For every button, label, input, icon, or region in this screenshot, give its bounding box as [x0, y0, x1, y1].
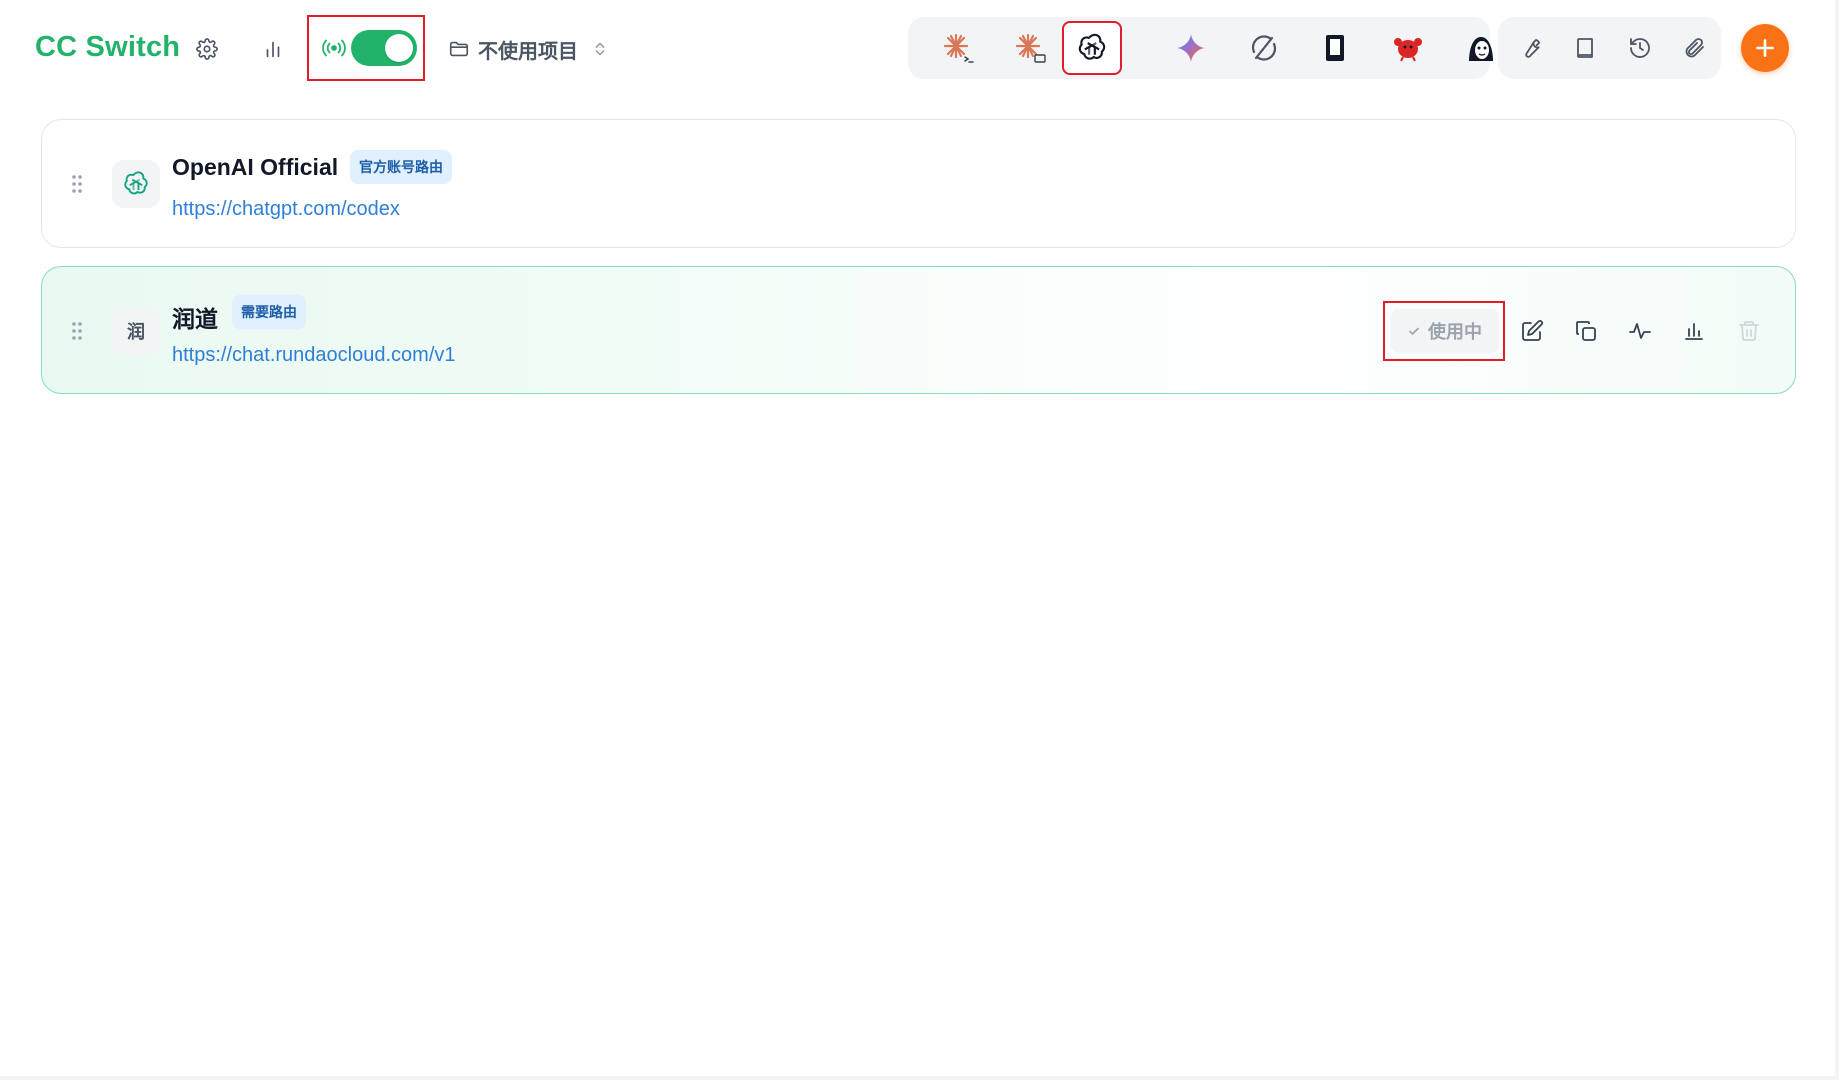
cycle-icon — [1251, 35, 1277, 61]
provider-initial: 润 — [127, 322, 145, 342]
openai-icon — [124, 171, 148, 195]
provider-icon: 润 — [112, 307, 160, 355]
chevron-up-down-icon — [595, 42, 605, 56]
provider-badge: 需要路由 — [232, 295, 306, 329]
app-gemini[interactable] — [1162, 24, 1220, 72]
window-edge — [1835, 0, 1839, 1080]
toggle-knob — [385, 34, 413, 62]
gemini-sparkle-icon — [1177, 34, 1205, 62]
duplicate-button[interactable] — [1568, 313, 1604, 349]
tools-button[interactable] — [1513, 30, 1549, 66]
proxy-toggle-highlight — [307, 15, 425, 81]
mascot-face-icon — [1469, 37, 1493, 61]
folder-icon — [449, 41, 469, 57]
provider-url-link[interactable]: https://chatgpt.com/codex — [172, 198, 400, 221]
app-switcher — [908, 17, 1493, 79]
app-header: CC Switch 不使用项目 — [0, 0, 1839, 100]
add-provider-button[interactable] — [1741, 24, 1789, 72]
delete-button[interactable] — [1731, 313, 1767, 349]
docs-button[interactable] — [1567, 30, 1603, 66]
wrench-icon — [1525, 39, 1540, 58]
provider-url-link[interactable]: https://chat.rundaocloud.com/v1 — [172, 344, 456, 367]
project-label: 不使用项目 — [478, 40, 578, 63]
project-select[interactable]: 不使用项目 — [448, 32, 608, 66]
bar-chart-icon — [1685, 323, 1703, 340]
test-latency-button[interactable] — [1622, 313, 1658, 349]
provider-badge: 官方账号路由 — [350, 150, 452, 184]
edit-icon — [1522, 320, 1543, 341]
provider-card[interactable]: OpenAI Official 官方账号路由 https://chatgpt.c… — [41, 119, 1796, 248]
app-openclaw[interactable] — [1306, 24, 1364, 72]
paperclip-icon — [1685, 38, 1704, 58]
usage-stats-button[interactable] — [256, 32, 290, 66]
app-claude-desktop[interactable] — [1001, 24, 1059, 72]
edit-button[interactable] — [1514, 313, 1550, 349]
bar-chart-icon — [266, 41, 280, 58]
provider-stats-button[interactable] — [1676, 313, 1712, 349]
drag-handle-icon[interactable] — [70, 320, 84, 342]
app-claude-code[interactable] — [929, 24, 987, 72]
app-title: CC Switch — [35, 31, 181, 63]
proxy-toggle[interactable] — [351, 30, 417, 66]
claude-terminal-icon — [943, 33, 974, 63]
tool-group — [1498, 17, 1721, 79]
provider-icon — [112, 160, 160, 208]
openai-icon — [1078, 33, 1106, 60]
settings-button[interactable] — [190, 32, 224, 66]
broadcast-icon — [322, 39, 346, 57]
book-icon — [1577, 38, 1593, 58]
provider-name: OpenAI Official — [172, 154, 339, 180]
history-icon — [1630, 38, 1650, 58]
in-use-label: 使用中 — [1428, 322, 1482, 342]
provider-name: 润道 — [172, 306, 218, 332]
app-codex[interactable] — [1062, 21, 1122, 75]
drag-handle-icon[interactable] — [70, 173, 84, 195]
terminal-block-icon — [1326, 35, 1344, 61]
attachments-button[interactable] — [1676, 30, 1712, 66]
history-button[interactable] — [1622, 30, 1658, 66]
claude-desktop-icon — [1015, 33, 1046, 63]
in-use-button[interactable]: 使用中 — [1391, 309, 1499, 353]
gear-icon — [196, 38, 218, 60]
app-opencode[interactable] — [1235, 24, 1293, 72]
red-crab-icon — [1394, 38, 1422, 62]
activity-icon — [1629, 323, 1651, 339]
app-crab[interactable] — [1379, 24, 1437, 72]
check-icon — [1409, 327, 1419, 335]
plus-icon — [1756, 39, 1774, 57]
in-use-highlight: 使用中 — [1383, 301, 1505, 361]
copy-icon — [1576, 321, 1596, 341]
window-edge — [0, 1076, 1839, 1080]
provider-card-active[interactable]: 润 润道 需要路由 https://chat.rundaocloud.com/v… — [41, 266, 1796, 394]
trash-icon — [1739, 321, 1759, 341]
